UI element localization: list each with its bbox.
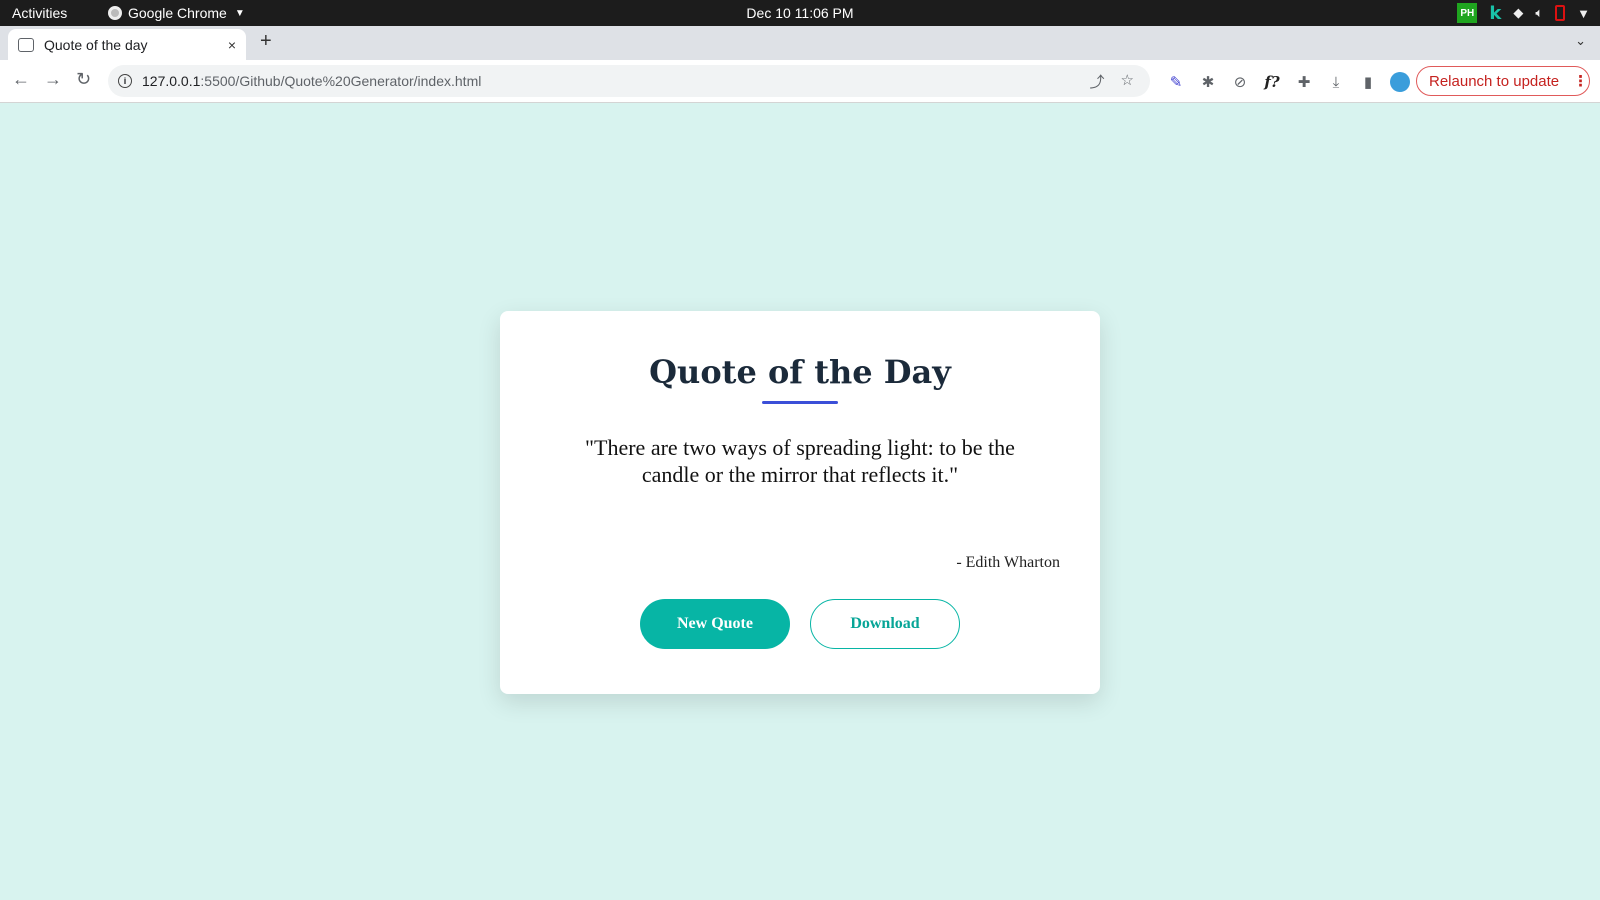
page-favicon-icon [18, 37, 34, 52]
clock[interactable]: Dec 10 11:06 PM [746, 5, 853, 21]
profile-avatar[interactable] [1390, 72, 1410, 92]
compass-extension-icon[interactable]: ⊘ [1230, 73, 1250, 91]
tab-title: Quote of the day [44, 36, 148, 53]
quote-card: Quote of the Day "There are two ways of … [500, 311, 1100, 694]
chrome-icon [108, 6, 122, 20]
relaunch-to-update-button[interactable]: Relaunch to update ⋮ [1416, 66, 1590, 96]
font-finder-extension-icon[interactable]: f? [1262, 73, 1282, 91]
phpstorm-icon[interactable]: PH [1457, 3, 1478, 23]
tab-quote-of-the-day[interactable]: Quote of the day × [8, 29, 246, 60]
address-bar[interactable]: i 127.0.0.1:5500/Github/Quote%20Generato… [108, 65, 1150, 97]
download-button[interactable]: Download [810, 599, 960, 649]
close-tab-icon[interactable]: × [228, 37, 236, 53]
forward-arrow-icon[interactable]: → [44, 69, 62, 90]
activities-button[interactable]: Activities [12, 5, 67, 21]
bug-extension-icon[interactable]: ✱ [1198, 73, 1218, 91]
reload-icon[interactable]: ↻ [76, 69, 91, 90]
relaunch-label: Relaunch to update [1429, 72, 1560, 90]
tab-strip: Quote of the day × [0, 26, 1600, 60]
back-arrow-icon[interactable]: ← [12, 69, 30, 90]
quote-author: - Edith Wharton [956, 554, 1060, 571]
bookmark-star-icon[interactable]: ☆ [1121, 71, 1134, 92]
card-title: Quote of the Day [649, 353, 951, 391]
tab-search-chevron-icon[interactable]: ⌄ [1575, 33, 1586, 49]
share-icon[interactable]: ⤴ [1090, 71, 1105, 92]
downloads-icon[interactable]: ⤓ [1326, 74, 1346, 91]
extensions-area: ✎ ✱ ⊘ f? ✚ ⤓ ▮ [1166, 70, 1410, 94]
side-panel-icon[interactable]: ▮ [1358, 73, 1378, 91]
more-menu-icon[interactable]: ⋮ [1573, 72, 1588, 90]
wifi-icon[interactable]: ◆ [1513, 5, 1523, 21]
tray-menu-caret-icon[interactable]: ▼ [1577, 6, 1590, 21]
system-tray[interactable]: PH k ◆ 🔈︎ ▼ [1457, 3, 1590, 24]
url-host: 127.0.0.1 [142, 73, 201, 89]
app-menu[interactable]: Google Chrome ▼ [108, 5, 245, 21]
title-underline [762, 401, 838, 404]
quote-text: "There are two ways of spreading light: … [585, 435, 1015, 487]
new-quote-button[interactable]: New Quote [640, 599, 790, 649]
volume-icon[interactable]: 🔈︎ [1535, 5, 1543, 21]
app-menu-label: Google Chrome [128, 5, 227, 21]
system-top-bar: Activities Google Chrome ▼ Dec 10 11:06 … [0, 0, 1600, 26]
url-path: :5500/Github/Quote%20Generator/index.htm… [200, 73, 482, 89]
caret-down-icon: ▼ [234, 7, 245, 19]
battery-icon[interactable] [1555, 5, 1566, 21]
extensions-puzzle-icon[interactable]: ✚ [1294, 73, 1314, 91]
color-picker-extension-icon[interactable]: ✎ [1166, 73, 1186, 91]
site-info-icon[interactable]: i [118, 74, 132, 88]
new-tab-button[interactable]: + [260, 30, 272, 53]
k-app-icon[interactable]: k [1489, 3, 1501, 24]
